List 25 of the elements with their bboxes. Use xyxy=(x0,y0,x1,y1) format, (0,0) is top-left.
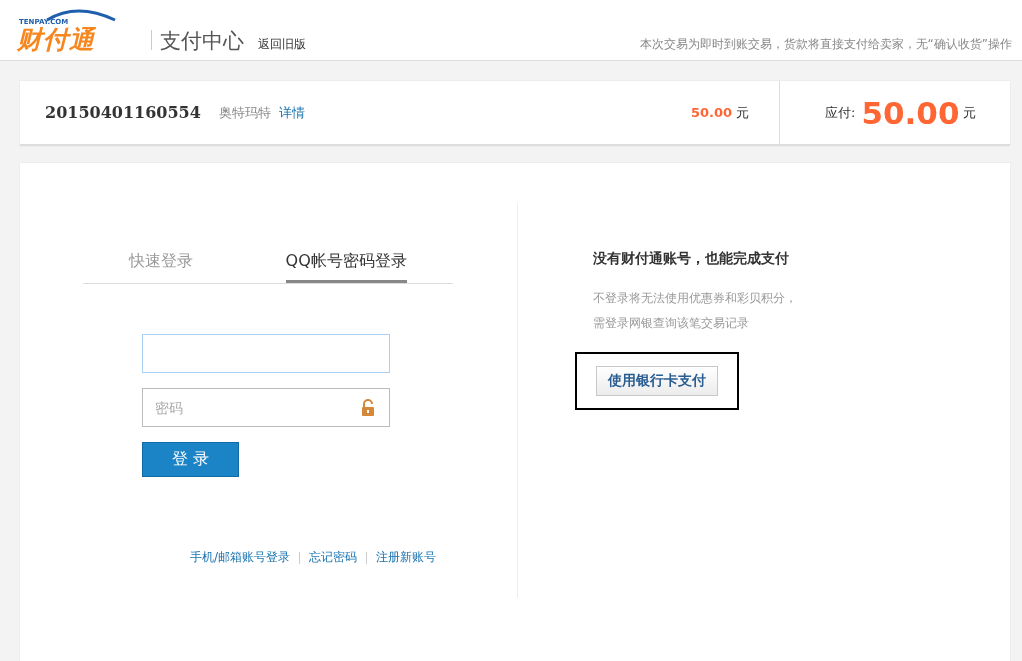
login-option-link[interactable]: 忘记密码 xyxy=(309,549,358,566)
logo-text: 财付通 xyxy=(17,26,95,54)
bank-card-pay-button[interactable]: 使用银行卡支付 xyxy=(596,366,718,396)
guest-note: 不登录将无法使用优惠券和彩贝积分， xyxy=(593,290,797,307)
login-option-link[interactable]: 注册新账号 xyxy=(376,549,437,566)
page-title: 支付中心 xyxy=(160,28,244,54)
login-tab[interactable]: 快速登录 xyxy=(129,245,194,283)
order-number: 20150401160554 xyxy=(45,103,201,122)
order-amount: 50.00 xyxy=(690,105,732,120)
padlock-icon xyxy=(361,399,375,416)
due-unit: 元 xyxy=(963,103,977,122)
account-field[interactable] xyxy=(142,334,390,373)
amount-unit: 元 xyxy=(736,103,749,122)
guest-heading: 没有财付通账号，也能完成支付 xyxy=(593,250,790,268)
login-tab[interactable]: QQ帐号密码登录 xyxy=(285,245,407,283)
password-field[interactable]: 密码 xyxy=(142,388,390,427)
transaction-notice: 本次交易为即时到账交易，货款将直接支付给卖家，无“确认收货”操作 xyxy=(639,36,1012,53)
details-link[interactable]: 详情 xyxy=(278,103,305,122)
due-label: 应付: xyxy=(825,103,856,122)
login-button[interactable]: 登 录 xyxy=(142,442,239,477)
back-link[interactable]: 返回旧版 xyxy=(258,36,306,53)
due-amount: 50.00 xyxy=(861,94,960,131)
seller-name: 奥特玛特 xyxy=(218,103,271,122)
login-option-link[interactable]: 手机/邮箱账号登录 xyxy=(190,549,291,566)
guest-note: 需登录网银查询该笔交易记录 xyxy=(593,315,750,332)
